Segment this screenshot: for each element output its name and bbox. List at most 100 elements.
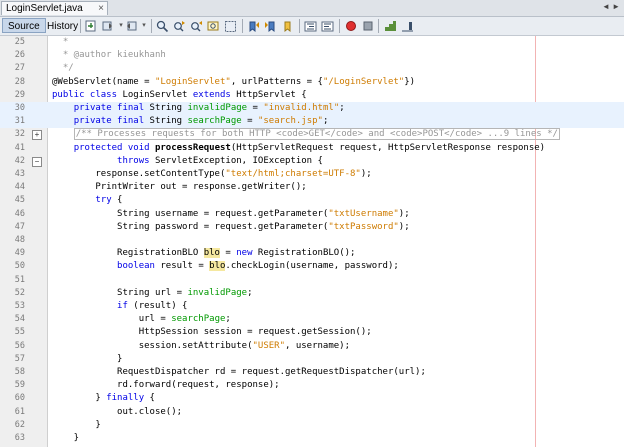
code-text: * @author kieukhanh (52, 49, 166, 62)
code-line[interactable]: 51 (0, 274, 624, 287)
comment-code-icon[interactable] (383, 19, 397, 33)
toolbar-separator (151, 19, 152, 33)
code-line[interactable]: 57 } (0, 353, 624, 366)
code-token: session.setAttribute( (52, 340, 253, 351)
next-bookmark-icon[interactable] (263, 19, 277, 33)
start-macro-recording-icon[interactable] (344, 19, 358, 33)
code-token: RequestDispatcher rd = request.getReques… (52, 367, 426, 377)
editor-toolbar: Source History ▾ ▾ (0, 17, 624, 36)
code-line[interactable]: 42− throws ServletException, IOException… (0, 155, 624, 168)
code-token: response.setContentType( (52, 169, 226, 179)
code-line[interactable]: 30 private final String invalidPage = "i… (0, 102, 624, 115)
toggle-rectangular-selection-icon[interactable] (223, 19, 237, 33)
code-token: { (111, 195, 123, 206)
code-line[interactable]: 59 rd.forward(request, response); (0, 379, 624, 392)
find-next-icon[interactable] (189, 19, 203, 33)
code-text: throws ServletException, IOException { (52, 155, 323, 168)
code-line[interactable]: 32 + /** Processes requests for both HTTP… (0, 128, 624, 141)
code-token: try (95, 195, 112, 206)
code-token: invalidPage (187, 103, 248, 113)
toolbar-separator (242, 19, 243, 33)
code-line[interactable]: 43 response.setContentType("text/html;ch… (0, 168, 624, 181)
code-line[interactable]: 49 RegistrationBLO blo = new Registratio… (0, 247, 624, 260)
code-text: RegistrationBLO blo = new RegistrationBL… (52, 247, 355, 260)
code-line[interactable]: 55 HttpSession session = request.getSess… (0, 326, 624, 339)
close-tab-icon[interactable]: × (98, 2, 104, 16)
code-token: finally (106, 393, 145, 404)
code-line[interactable]: 31 private final String searchPage = "se… (0, 115, 624, 129)
code-token: ; (225, 314, 231, 325)
code-token: String username = request.getParameter( (52, 208, 329, 219)
code-token: = (247, 103, 264, 113)
line-number: 32 (14, 129, 25, 140)
code-line[interactable]: 50 boolean result = blo.checkLogin(usern… (0, 260, 624, 273)
code-line[interactable]: 60 } finally { (0, 392, 624, 405)
line-number: 42 (14, 155, 25, 166)
folded-comment[interactable]: /** Processes requests for both HTTP <co… (73, 128, 560, 141)
find-previous-icon[interactable] (172, 19, 186, 33)
shift-line-right-icon[interactable] (320, 19, 334, 33)
code-line[interactable]: 47 String password = request.getParamete… (0, 221, 624, 234)
code-token: PrintWriter out = response.getWriter(); (52, 182, 307, 193)
toolbar-separator (299, 19, 300, 33)
toolbar-separator (378, 19, 379, 33)
last-edit-icon[interactable] (84, 19, 98, 33)
code-line[interactable]: 28 @WebServlet(name = "LoginServlet", url… (0, 76, 624, 89)
code-line[interactable]: 63 } (0, 432, 624, 445)
code-line[interactable]: 41 protected void processRequest(HttpSer… (0, 142, 624, 155)
code-line[interactable]: 52 String url = invalidPage; (0, 287, 624, 300)
code-line[interactable]: 45 try { (0, 194, 624, 207)
line-number: 30 (14, 103, 25, 113)
code-text: public class LoginServlet extends HttpSe… (52, 89, 307, 102)
find-selection-icon[interactable] (155, 19, 169, 33)
source-view-button[interactable]: Source (2, 18, 46, 33)
line-number: 61 (14, 406, 25, 417)
code-editor[interactable]: 25 * 26 * @author kieukhanh 27 */28 @WebSer… (0, 36, 624, 447)
back-icon[interactable] (101, 19, 115, 33)
code-token: searchPage (171, 314, 226, 325)
line-number: 46 (14, 208, 25, 219)
code-line[interactable]: 46 String username = request.getParamete… (0, 208, 624, 221)
line-number: 29 (14, 89, 25, 100)
expand-fold-icon[interactable]: + (32, 130, 42, 141)
toggle-bookmark-icon[interactable] (280, 19, 294, 33)
code-token: ); (398, 208, 410, 219)
code-line[interactable]: 29 public class LoginServlet extends Http… (0, 89, 624, 102)
tab-scroll-arrows-icon[interactable]: ◄ ► (602, 2, 620, 11)
code-line[interactable]: 44 PrintWriter out = response.getWriter(… (0, 181, 624, 194)
file-tab-loginservlet[interactable]: LoginServlet.java × (1, 1, 108, 15)
collapse-fold-icon[interactable]: − (32, 156, 42, 167)
code-line[interactable]: 56 session.setAttribute("USER", username… (0, 340, 624, 353)
code-text: PrintWriter out = response.getWriter(); (52, 181, 307, 194)
editor-tab-strip: LoginServlet.java × ◄ ► (0, 0, 624, 17)
toggle-highlight-search-icon[interactable] (206, 19, 220, 33)
code-token: .checkLogin(username, password); (225, 261, 399, 272)
line-number: 41 (14, 142, 25, 153)
code-line[interactable]: 58 RequestDispatcher rd = request.getReq… (0, 366, 624, 379)
code-text: rd.forward(request, response); (52, 379, 280, 392)
code-line[interactable]: 26 * @author kieukhanh (0, 49, 624, 62)
history-view-button[interactable]: History (41, 18, 84, 33)
forward-icon[interactable] (124, 19, 138, 33)
previous-bookmark-icon[interactable] (246, 19, 260, 33)
line-number: 59 (14, 380, 25, 391)
forward-dropdown-icon[interactable]: ▾ (137, 19, 151, 33)
code-text: session.setAttribute("USER", username); (52, 340, 350, 353)
code-line[interactable]: 54 url = searchPage; (0, 313, 624, 326)
code-line[interactable]: 25 * (0, 36, 624, 49)
code-line[interactable]: 62 } (0, 419, 624, 432)
stop-macro-recording-icon[interactable] (361, 19, 375, 33)
code-token: } (52, 393, 107, 404)
code-line[interactable]: 53 if (result) { (0, 300, 624, 313)
code-line[interactable]: 48 (0, 234, 624, 247)
code-text: if (result) { (52, 300, 187, 313)
code-line[interactable]: 27 */ (0, 62, 624, 75)
code-token: "/LoginServlet" (322, 76, 405, 87)
uncomment-code-icon[interactable] (400, 19, 414, 33)
code-token: new (236, 248, 253, 259)
code-line[interactable]: 61 out.close(); (0, 406, 624, 419)
shift-line-left-icon[interactable] (303, 19, 317, 33)
line-number: 62 (14, 419, 25, 430)
